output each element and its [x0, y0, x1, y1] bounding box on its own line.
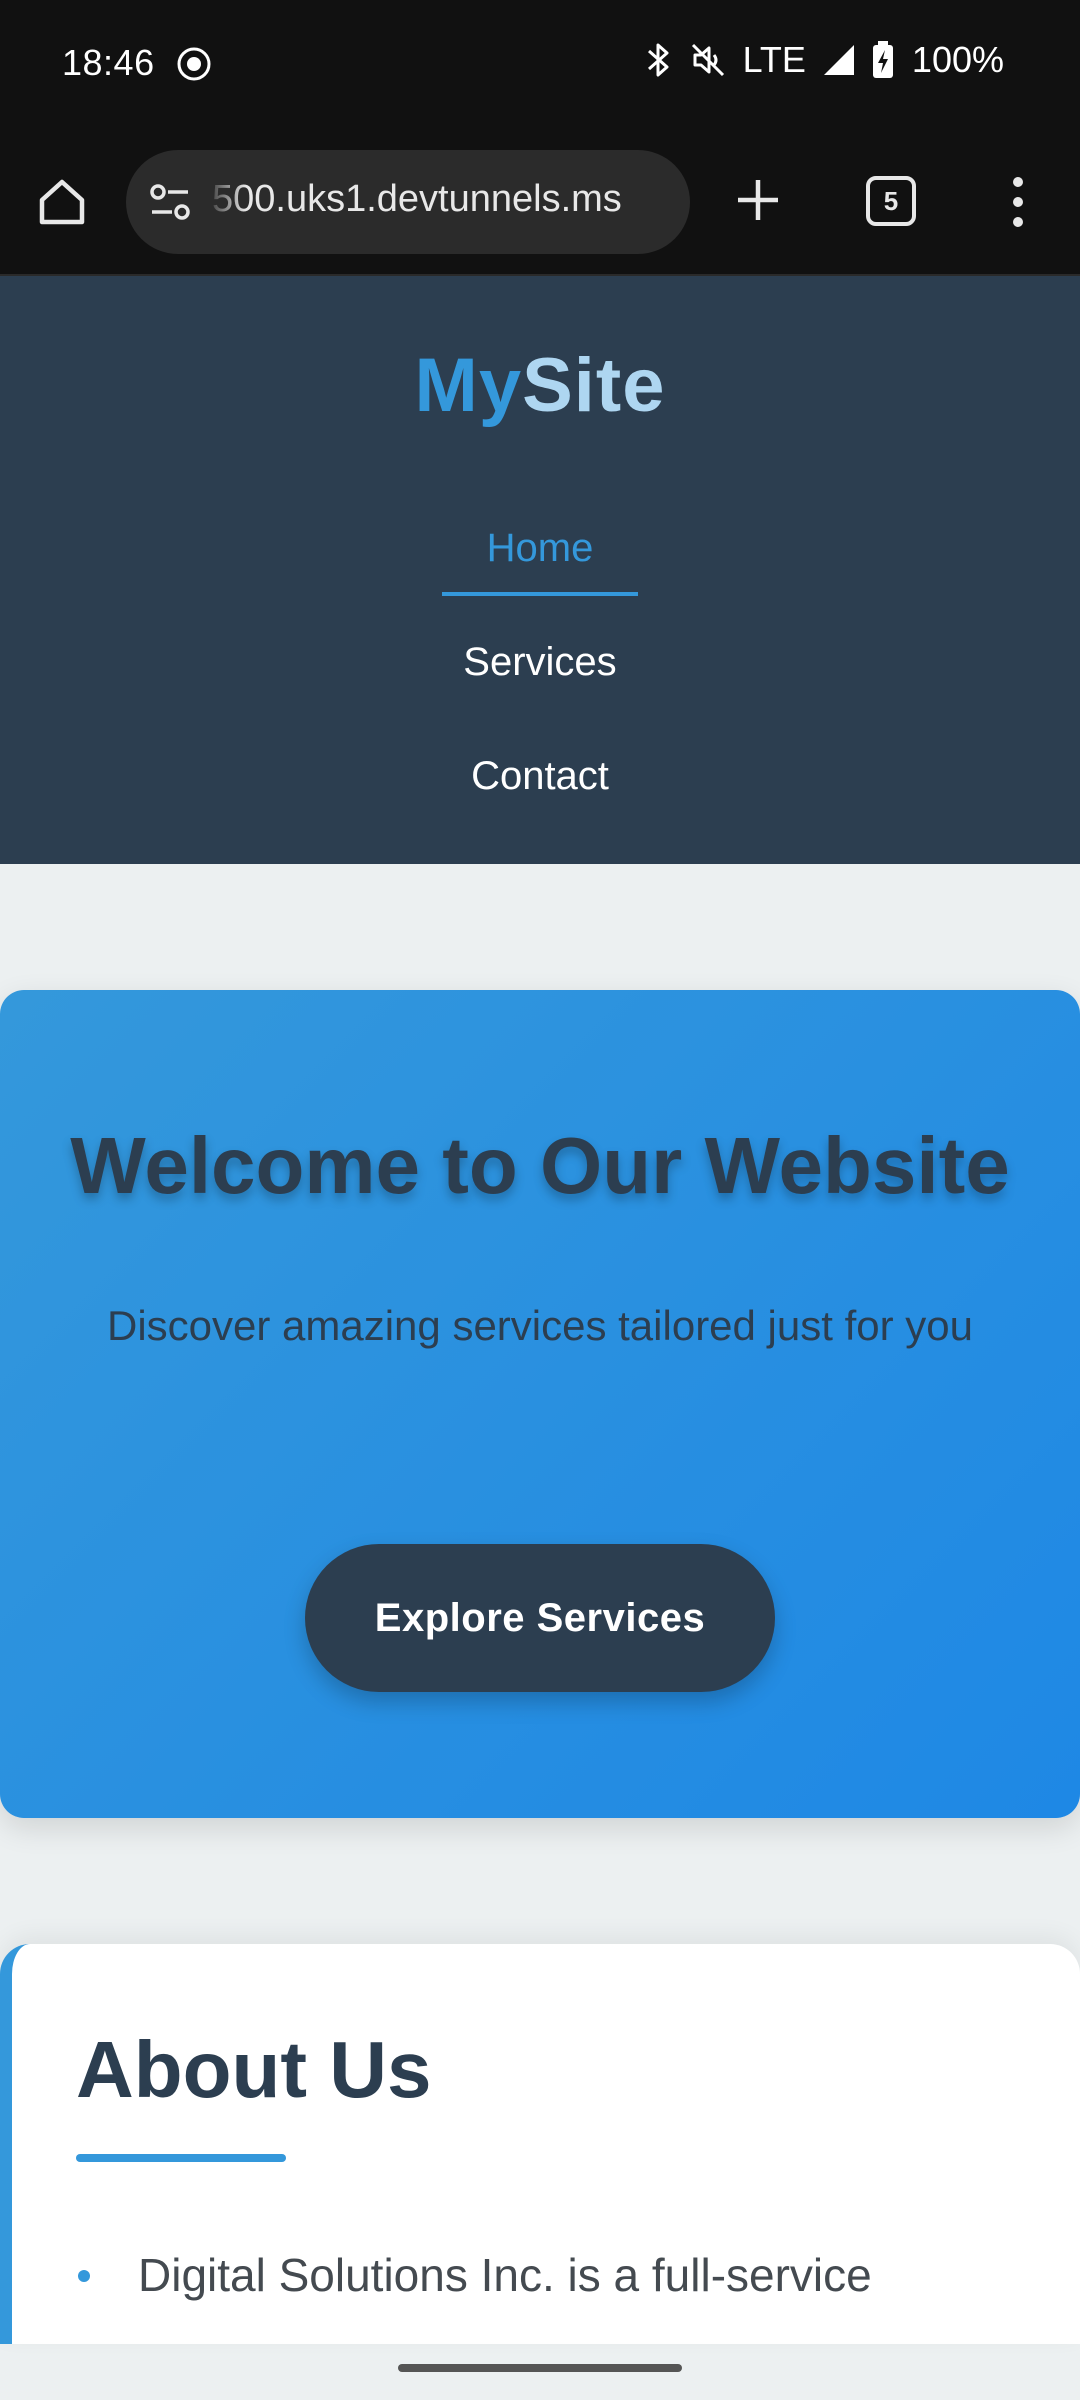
gesture-bar[interactable] [398, 2364, 682, 2372]
battery-charging-icon [872, 41, 893, 78]
site-settings-icon[interactable] [148, 182, 192, 222]
list-bullet [78, 2270, 90, 2282]
network-type: LTE [742, 39, 806, 80]
about-title: About Us [76, 2025, 432, 2114]
site-header: MySite Home Services Contact [0, 276, 1080, 864]
logo-part-2: Site [522, 343, 666, 428]
nav-services[interactable]: Services [0, 640, 1080, 685]
home-icon[interactable] [34, 174, 90, 230]
screen-record-icon [177, 47, 211, 81]
hero-title: Welcome to Our Website [70, 1121, 1010, 1210]
status-bar: 18:46 LTE 100% [0, 0, 1080, 130]
about-title-underline [76, 2154, 286, 2162]
mute-icon [691, 43, 724, 77]
hero-subtitle: Discover amazing services tailored just … [106, 1302, 973, 1349]
tabs-icon[interactable]: 5 [866, 176, 916, 226]
about-section: About Us Digital Solutions Inc. is a ful… [0, 1944, 1080, 2344]
site-logo[interactable]: MySite [0, 342, 1080, 429]
about-list-item: Digital Solutions Inc. is a full-service [138, 2249, 872, 2301]
signal-icon [823, 45, 854, 75]
url-text[interactable]: 500.uks1.devtunnels.ms [212, 178, 672, 221]
nav-home[interactable]: Home [0, 526, 1080, 571]
nav-active-indicator [442, 592, 638, 596]
url-fade [206, 150, 246, 254]
browser-toolbar: 500.uks1.devtunnels.ms 5 [0, 130, 1080, 276]
new-tab-icon[interactable] [730, 172, 786, 228]
explore-services-button[interactable]: Explore Services [305, 1544, 775, 1692]
battery-level: 100% [911, 39, 1004, 80]
logo-part-1: My [414, 343, 523, 428]
nav-contact[interactable]: Contact [0, 754, 1080, 799]
more-icon[interactable] [1008, 176, 1028, 228]
bluetooth-icon [647, 43, 669, 77]
status-time: 18:46 [62, 42, 155, 83]
status-icons: LTE 100% [645, 39, 1004, 80]
address-bar[interactable]: 500.uks1.devtunnels.ms [126, 150, 690, 254]
hero-section: Welcome to Our Website Discover amazing … [0, 990, 1080, 1818]
